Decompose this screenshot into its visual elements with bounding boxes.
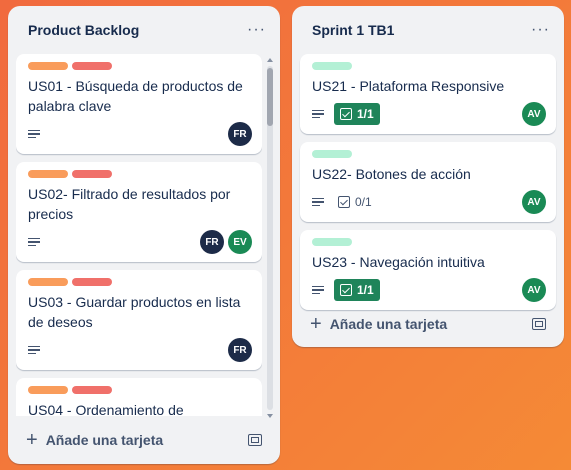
avatar[interactable]: AV: [522, 102, 546, 126]
list-sprint-1-tb1: Sprint 1 TB1 ··· US21 - Plataforma Respo…: [292, 6, 564, 347]
card-us22[interactable]: US22- Botones de acción 0/1 AV: [300, 142, 556, 222]
label-green[interactable]: [312, 238, 352, 246]
add-card-label: Añade una tarjeta: [45, 432, 164, 448]
add-card-button[interactable]: + Añade una tarjeta: [16, 424, 272, 456]
avatar[interactable]: FR: [228, 338, 252, 362]
label-orange[interactable]: [28, 170, 68, 178]
description-icon: [312, 195, 326, 209]
card-badges: 1/1: [312, 278, 546, 302]
description-icon: [28, 127, 42, 141]
card-members: AV: [522, 102, 546, 126]
card-template-icon[interactable]: [248, 434, 262, 446]
card-title: US01 - Búsqueda de productos de palabra …: [28, 78, 243, 114]
description-icon: [28, 235, 42, 249]
description-icon: [312, 107, 326, 121]
list-product-backlog: Product Backlog ··· US01 - Búsqueda de p…: [8, 6, 280, 464]
card-title: US23 - Navegación intuitiva: [312, 254, 485, 270]
plus-icon: +: [26, 429, 38, 451]
checklist-count: 1/1: [357, 283, 374, 297]
card-title: US22- Botones de acción: [312, 166, 471, 182]
label-red[interactable]: [72, 170, 112, 178]
checklist-count: 1/1: [357, 107, 374, 121]
card-us23[interactable]: US23 - Navegación intuitiva 1/1 AV: [300, 230, 556, 310]
card-labels: [28, 170, 252, 178]
label-orange[interactable]: [28, 62, 68, 70]
add-card-button[interactable]: + Añade una tarjeta: [300, 308, 556, 340]
card-members: AV: [522, 190, 546, 214]
label-orange[interactable]: [28, 386, 68, 394]
card-us02[interactable]: US02- Filtrado de resultados por precios…: [16, 162, 262, 262]
card-us04[interactable]: US04 - Ordenamiento de resultados por cl…: [16, 378, 262, 416]
card-badges: 1/1: [312, 102, 546, 126]
card-members: AV: [522, 278, 546, 302]
list-title[interactable]: Product Backlog: [28, 22, 139, 38]
label-red[interactable]: [72, 386, 112, 394]
description-icon: [312, 283, 326, 297]
card-us01[interactable]: US01 - Búsqueda de productos de palabra …: [16, 54, 262, 154]
card-container: US21 - Plataforma Responsive 1/1 AV US22…: [300, 54, 556, 318]
card-labels: [28, 278, 252, 286]
card-container: US01 - Búsqueda de productos de palabra …: [16, 54, 262, 416]
card-labels: [312, 62, 546, 70]
avatar[interactable]: FR: [228, 122, 252, 146]
list-title[interactable]: Sprint 1 TB1: [312, 22, 394, 38]
card-badges: [28, 338, 252, 362]
description-icon: [28, 343, 42, 357]
card-us21[interactable]: US21 - Plataforma Responsive 1/1 AV: [300, 54, 556, 134]
label-green[interactable]: [312, 62, 352, 70]
card-labels: [312, 238, 546, 246]
avatar[interactable]: AV: [522, 190, 546, 214]
card-labels: [28, 386, 252, 394]
list-menu-icon[interactable]: ···: [247, 21, 266, 39]
card-badges: 0/1: [312, 190, 546, 214]
checkbox-icon: [340, 284, 352, 296]
card-labels: [312, 150, 546, 158]
card-us03[interactable]: US03 - Guardar productos en lista de des…: [16, 270, 262, 370]
list-header: Product Backlog ···: [8, 6, 280, 54]
card-members: FR EV: [200, 230, 252, 254]
list-menu-icon[interactable]: ···: [531, 21, 550, 39]
card-title: US02- Filtrado de resultados por precios: [28, 186, 231, 222]
add-card-label: Añade una tarjeta: [329, 316, 448, 332]
card-labels: [28, 62, 252, 70]
checklist-badge: 1/1: [334, 279, 380, 301]
avatar[interactable]: FR: [200, 230, 224, 254]
plus-icon: +: [310, 313, 322, 335]
avatar[interactable]: AV: [522, 278, 546, 302]
scroll-up-icon[interactable]: [267, 58, 273, 62]
card-members: FR: [228, 122, 252, 146]
checklist-count: 0/1: [355, 195, 372, 209]
label-orange[interactable]: [28, 278, 68, 286]
scroll-thumb[interactable]: [267, 68, 273, 126]
card-title: US21 - Plataforma Responsive: [312, 78, 505, 94]
checkbox-icon: [340, 108, 352, 120]
scroll-down-icon[interactable]: [267, 414, 273, 418]
card-title: US03 - Guardar productos en lista de des…: [28, 294, 241, 330]
label-green[interactable]: [312, 150, 352, 158]
card-members: FR: [228, 338, 252, 362]
card-title: US04 - Ordenamiento de resultados por cl…: [28, 402, 184, 416]
card-badges: [28, 122, 252, 146]
label-red[interactable]: [72, 62, 112, 70]
list-header: Sprint 1 TB1 ···: [292, 6, 564, 54]
card-template-icon[interactable]: [532, 318, 546, 330]
checklist-badge: 0/1: [334, 191, 376, 213]
avatar[interactable]: EV: [228, 230, 252, 254]
checklist-badge: 1/1: [334, 103, 380, 125]
checkbox-icon: [338, 196, 350, 208]
scrollbar[interactable]: [266, 58, 274, 418]
label-red[interactable]: [72, 278, 112, 286]
